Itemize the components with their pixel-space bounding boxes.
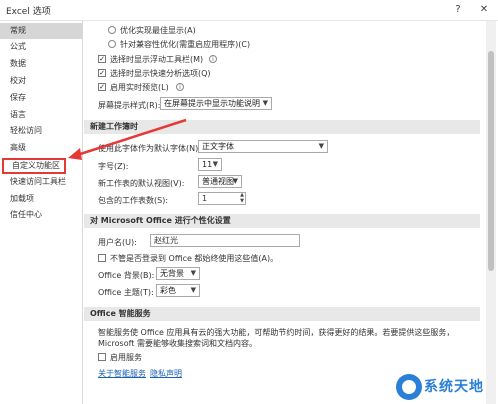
office-theme-value: 彩色 xyxy=(160,286,176,295)
font-size-value: 11 xyxy=(202,160,213,169)
watermark: 系统天地 xyxy=(390,370,498,404)
quick-analysis-checkbox[interactable]: ✓ xyxy=(98,69,106,77)
chevron-down-icon: ▼ xyxy=(212,160,218,168)
default-view-label: 新工作表的默认视图(V): xyxy=(98,179,185,188)
chevron-down-icon: ▼ xyxy=(262,99,268,107)
office-theme-label: Office 主题(T): xyxy=(98,288,154,297)
sidebar-item-proofing[interactable]: 校对 xyxy=(0,73,82,89)
always-use-checkbox[interactable] xyxy=(98,254,106,262)
always-use-label: 不管是否登录到 Office 都始终使用这些值(A)。 xyxy=(110,254,279,263)
username-label: 用户名(U): xyxy=(98,238,137,247)
chevron-down-icon: ▼ xyxy=(318,142,324,150)
window-title: Excel 选项 xyxy=(6,7,51,17)
privacy-statement-link[interactable]: 隐私声明 xyxy=(150,368,182,379)
live-preview-checkbox[interactable]: ✓ xyxy=(98,83,106,91)
info-icon: i xyxy=(209,55,217,63)
screentip-style-label: 屏幕提示样式(R): xyxy=(98,101,161,110)
mini-toolbar-label: 选择时显示浮动工具栏(M) xyxy=(110,55,204,64)
office-background-value: 无背景 xyxy=(160,269,184,278)
vertical-scrollbar[interactable] xyxy=(486,21,496,404)
spin-arrows-icon[interactable]: ▲ ▼ xyxy=(240,192,244,204)
sidebar-item-customize-ribbon[interactable]: 自定义功能区 xyxy=(2,158,66,174)
office-background-dropdown[interactable]: 无背景 ▼ xyxy=(156,267,200,280)
sheet-count-value: 1 xyxy=(202,194,208,203)
sidebar-item-quick-access-toolbar[interactable]: 快速访问工具栏 xyxy=(0,174,82,190)
enable-services-checkbox[interactable] xyxy=(98,353,106,361)
screentip-style-dropdown[interactable]: 在屏幕提示中显示功能说明 ▼ xyxy=(160,97,272,110)
default-font-label: 使用此字体作为默认字体(N): xyxy=(98,144,201,153)
default-font-value: 正文字体 xyxy=(202,142,234,151)
new-workbook-header: 新建工作簿时 xyxy=(84,120,480,134)
office-theme-dropdown[interactable]: 彩色 ▼ xyxy=(156,284,200,297)
default-view-value: 普通视图 xyxy=(202,177,234,186)
sidebar-item-formulas[interactable]: 公式 xyxy=(0,39,82,55)
sidebar-item-general[interactable]: 常规 xyxy=(0,23,82,39)
quick-analysis-label: 选择时显示快速分析选项(Q) xyxy=(110,69,211,78)
scrollbar-thumb[interactable] xyxy=(488,51,494,271)
optimize-compat-label: 针对兼容性优化(需重启应用程序)(C) xyxy=(120,40,251,49)
font-size-label: 字号(Z): xyxy=(98,162,129,171)
info-icon: i xyxy=(176,83,184,91)
chevron-down-icon: ▼ xyxy=(232,177,238,185)
default-view-dropdown[interactable]: 普通视图 ▼ xyxy=(198,175,242,188)
help-button[interactable]: ? xyxy=(448,1,468,19)
mini-toolbar-checkbox[interactable]: ✓ xyxy=(98,55,106,63)
sheet-count-label: 包含的工作表数(S): xyxy=(98,196,169,205)
chevron-down-icon: ▼ xyxy=(190,269,196,277)
options-content: 优化实现最佳显示(A) 针对兼容性优化(需重启应用程序)(C) ✓ 选择时显示浮… xyxy=(84,21,484,404)
sidebar-item-accessibility[interactable]: 轻松访问 xyxy=(0,123,82,139)
sheet-count-stepper[interactable]: 1 ▲ ▼ xyxy=(198,192,246,205)
sidebar-item-trust-center[interactable]: 信任中心 xyxy=(0,207,82,223)
sidebar-item-save[interactable]: 保存 xyxy=(0,90,82,106)
close-button[interactable]: ✕ xyxy=(474,1,494,19)
optimize-display-radio[interactable] xyxy=(108,26,116,34)
personalize-header: 对 Microsoft Office 进行个性化设置 xyxy=(84,214,480,228)
sidebar-item-add-ins[interactable]: 加载项 xyxy=(0,191,82,207)
live-preview-label: 启用实时预览(L) xyxy=(110,83,169,92)
intelligent-services-description: 智能服务使 Office 应用具有云的强大功能，可帮助节约时间，获得更好的结果。… xyxy=(98,328,455,348)
sidebar-item-language[interactable]: 语言 xyxy=(0,107,82,123)
enable-services-label: 启用服务 xyxy=(110,353,142,362)
about-intelligent-services-link[interactable]: 关于智能服务 xyxy=(98,368,146,379)
sidebar-item-data[interactable]: 数据 xyxy=(0,56,82,72)
sidebar-item-advanced[interactable]: 高级 xyxy=(0,140,82,156)
optimize-display-label: 优化实现最佳显示(A) xyxy=(120,26,196,35)
screentip-style-value: 在屏幕提示中显示功能说明 xyxy=(164,99,260,108)
username-input[interactable]: 赵红光 xyxy=(150,234,300,247)
office-background-label: Office 背景(B): xyxy=(98,271,155,280)
watermark-text: 系统天地 xyxy=(424,379,484,395)
sidebar: 常规 公式 数据 校对 保存 语言 轻松访问 高级 自定义功能区 快速访问工具栏… xyxy=(0,21,83,404)
font-size-dropdown[interactable]: 11 ▼ xyxy=(198,158,222,171)
intelligent-services-header: Office 智能服务 xyxy=(84,307,480,321)
chevron-down-icon: ▼ xyxy=(190,286,196,294)
default-font-dropdown[interactable]: 正文字体 ▼ xyxy=(198,140,328,153)
optimize-compat-radio[interactable] xyxy=(108,40,116,48)
title-bar: Excel 选项 ? ✕ xyxy=(0,0,498,21)
watermark-logo-icon xyxy=(396,374,422,400)
